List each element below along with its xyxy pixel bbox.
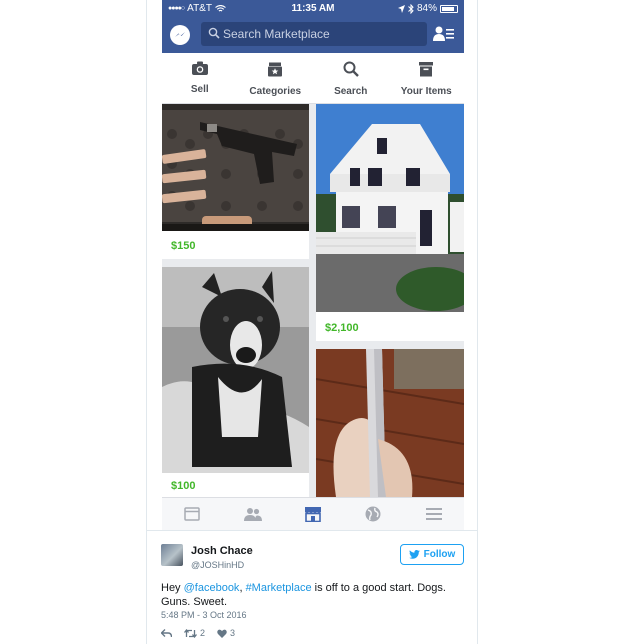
friends-icon xyxy=(243,508,262,521)
messenger-icon[interactable] xyxy=(170,25,190,45)
menu-icon xyxy=(425,508,442,520)
marketplace-screenshot: ●●●●○ AT&T 11:35 AM 84% Search Marketpla… xyxy=(162,0,464,530)
like-count: 3 xyxy=(230,628,236,638)
avatar[interactable] xyxy=(161,544,183,566)
tab-search-label: Search xyxy=(334,86,368,97)
friend-requests-icon[interactable] xyxy=(433,26,455,42)
listing-image xyxy=(316,104,464,312)
listing-card[interactable]: $100 xyxy=(162,267,309,497)
tab-your-items-label: Your Items xyxy=(400,86,452,97)
listing-image xyxy=(162,104,309,231)
nav-news-feed[interactable] xyxy=(162,498,222,530)
location-icon xyxy=(397,4,405,13)
nav-friends[interactable] xyxy=(222,498,282,530)
reply-action[interactable] xyxy=(161,628,172,638)
listing-price: $100 xyxy=(171,480,196,492)
retweet-count: 2 xyxy=(200,628,206,638)
author-handle[interactable]: @JOSHinHD xyxy=(191,560,244,570)
nav-marketplace[interactable] xyxy=(283,498,343,530)
tab-categories[interactable]: Categories xyxy=(238,53,314,103)
marketplace-header xyxy=(162,17,464,53)
tweet-text: Hey @facebook, #Marketplace is off to a … xyxy=(161,581,461,609)
tweet-timestamp[interactable]: 5:48 PM - 3 Oct 2016 xyxy=(161,610,247,620)
status-right: 84% xyxy=(397,3,458,14)
listing-price: $2,100 xyxy=(325,322,359,334)
inbox-icon xyxy=(419,62,434,77)
listing-image xyxy=(315,349,464,497)
listing-card[interactable] xyxy=(315,349,464,497)
listing-price: $150 xyxy=(171,240,196,252)
author-name[interactable]: Josh Chace xyxy=(191,545,253,557)
tweet: Josh Chace @JOSHinHD Follow Hey @faceboo… xyxy=(147,530,477,644)
search-icon xyxy=(208,27,220,39)
retweet-icon xyxy=(184,628,197,638)
tweet-text-prefix: Hey xyxy=(161,582,184,594)
marketplace-icon xyxy=(305,507,322,522)
tab-sell[interactable]: Sell xyxy=(162,53,238,103)
news-feed-icon xyxy=(184,507,200,521)
tab-sell-label: Sell xyxy=(190,84,209,95)
twitter-bird-icon xyxy=(408,550,420,559)
camera-icon xyxy=(191,61,208,75)
listing-card[interactable]: $150 xyxy=(162,104,309,259)
bluetooth-icon xyxy=(408,3,414,14)
bottom-navigation xyxy=(162,497,464,530)
tweet-actions: 2 3 xyxy=(161,628,235,638)
listing-grid: $150 $2,100 $100 xyxy=(162,104,464,497)
status-bar: ●●●●○ AT&T 11:35 AM 84% xyxy=(162,0,464,17)
like-action[interactable]: 3 xyxy=(217,628,235,638)
globe-icon xyxy=(365,506,381,522)
hashtag-link[interactable]: #Marketplace xyxy=(246,582,312,594)
battery-icon xyxy=(440,4,458,13)
tab-categories-label: Categories xyxy=(249,86,302,97)
listing-card[interactable]: $2,100 xyxy=(316,104,464,341)
battery-percent: 84% xyxy=(416,3,437,14)
search-icon xyxy=(343,61,359,77)
mention-link[interactable]: @facebook xyxy=(184,582,240,594)
search-field[interactable] xyxy=(201,22,427,46)
marketplace-tabs: Sell Categories Search Your Items xyxy=(162,53,464,104)
nav-menu[interactable] xyxy=(404,498,464,530)
search-input[interactable] xyxy=(223,22,421,46)
tab-search[interactable]: Search xyxy=(313,53,389,103)
categories-icon xyxy=(268,62,283,77)
tab-your-items[interactable]: Your Items xyxy=(389,53,465,103)
embedded-tweet-card: ●●●●○ AT&T 11:35 AM 84% Search Marketpla… xyxy=(146,0,478,644)
reply-icon xyxy=(161,628,172,637)
retweet-action[interactable]: 2 xyxy=(184,628,205,638)
heart-icon xyxy=(217,629,227,638)
listing-image xyxy=(162,267,309,473)
follow-label: Follow xyxy=(423,549,456,560)
follow-button[interactable]: Follow xyxy=(400,544,464,565)
nav-globe[interactable] xyxy=(343,498,403,530)
